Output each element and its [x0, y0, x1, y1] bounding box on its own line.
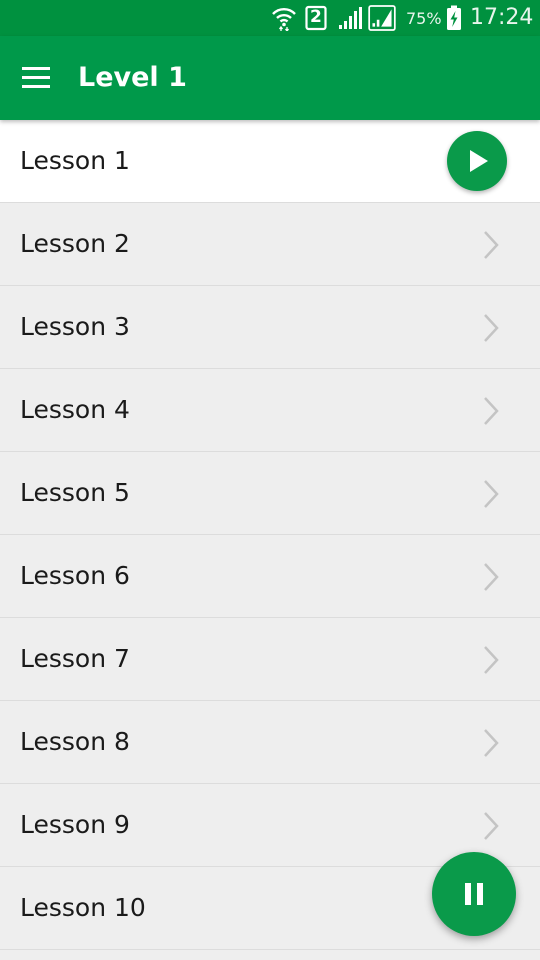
app-bar: Level 1: [0, 36, 540, 120]
pause-icon: [465, 883, 483, 905]
lesson-item-7[interactable]: Lesson 7: [0, 618, 540, 701]
chevron-right-icon: [484, 480, 499, 508]
lesson-list: Lesson 1 Lesson 2 Lesson 3 Lesson 4 Less…: [0, 120, 540, 950]
chevron-right-icon: [484, 231, 499, 259]
lesson-item-6[interactable]: Lesson 6: [0, 535, 540, 618]
lesson-item-2[interactable]: Lesson 2: [0, 203, 540, 286]
battery-percentage: 75%: [406, 9, 442, 28]
lesson-label: Lesson 3: [20, 312, 130, 341]
lesson-label: Lesson 2: [20, 229, 130, 258]
lesson-label: Lesson 8: [20, 727, 130, 756]
chevron-right-icon: [484, 563, 499, 591]
lesson-label: Lesson 6: [20, 561, 130, 590]
sim-slot-number: 2: [310, 7, 322, 27]
signal-icon: [368, 5, 396, 31]
lesson-label: Lesson 10: [20, 893, 146, 922]
wifi-icon: [272, 8, 296, 31]
battery-charging-icon: [447, 5, 461, 30]
chevron-right-icon: [484, 812, 499, 840]
signal-icon: [339, 7, 362, 29]
hamburger-menu-icon: [22, 67, 50, 88]
lesson-label: Lesson 9: [20, 810, 130, 839]
lesson-label: Lesson 7: [20, 644, 130, 673]
play-icon: [470, 150, 488, 172]
pause-button[interactable]: [432, 852, 516, 936]
lesson-label: Lesson 1: [20, 146, 130, 175]
status-bar: 2 75% 17:24: [0, 0, 540, 36]
status-clock: 17:24: [470, 5, 534, 30]
play-button[interactable]: [447, 131, 507, 191]
chevron-right-icon: [484, 397, 499, 425]
lesson-label: Lesson 4: [20, 395, 130, 424]
hamburger-menu-button[interactable]: [14, 56, 58, 100]
lesson-item-1[interactable]: Lesson 1: [0, 120, 540, 203]
lesson-item-4[interactable]: Lesson 4: [0, 369, 540, 452]
page-title: Level 1: [78, 62, 187, 93]
lesson-label: Lesson 5: [20, 478, 130, 507]
lesson-item-3[interactable]: Lesson 3: [0, 286, 540, 369]
chevron-right-icon: [484, 314, 499, 342]
chevron-right-icon: [484, 729, 499, 757]
chevron-right-icon: [484, 646, 499, 674]
lesson-item-5[interactable]: Lesson 5: [0, 452, 540, 535]
lesson-item-8[interactable]: Lesson 8: [0, 701, 540, 784]
